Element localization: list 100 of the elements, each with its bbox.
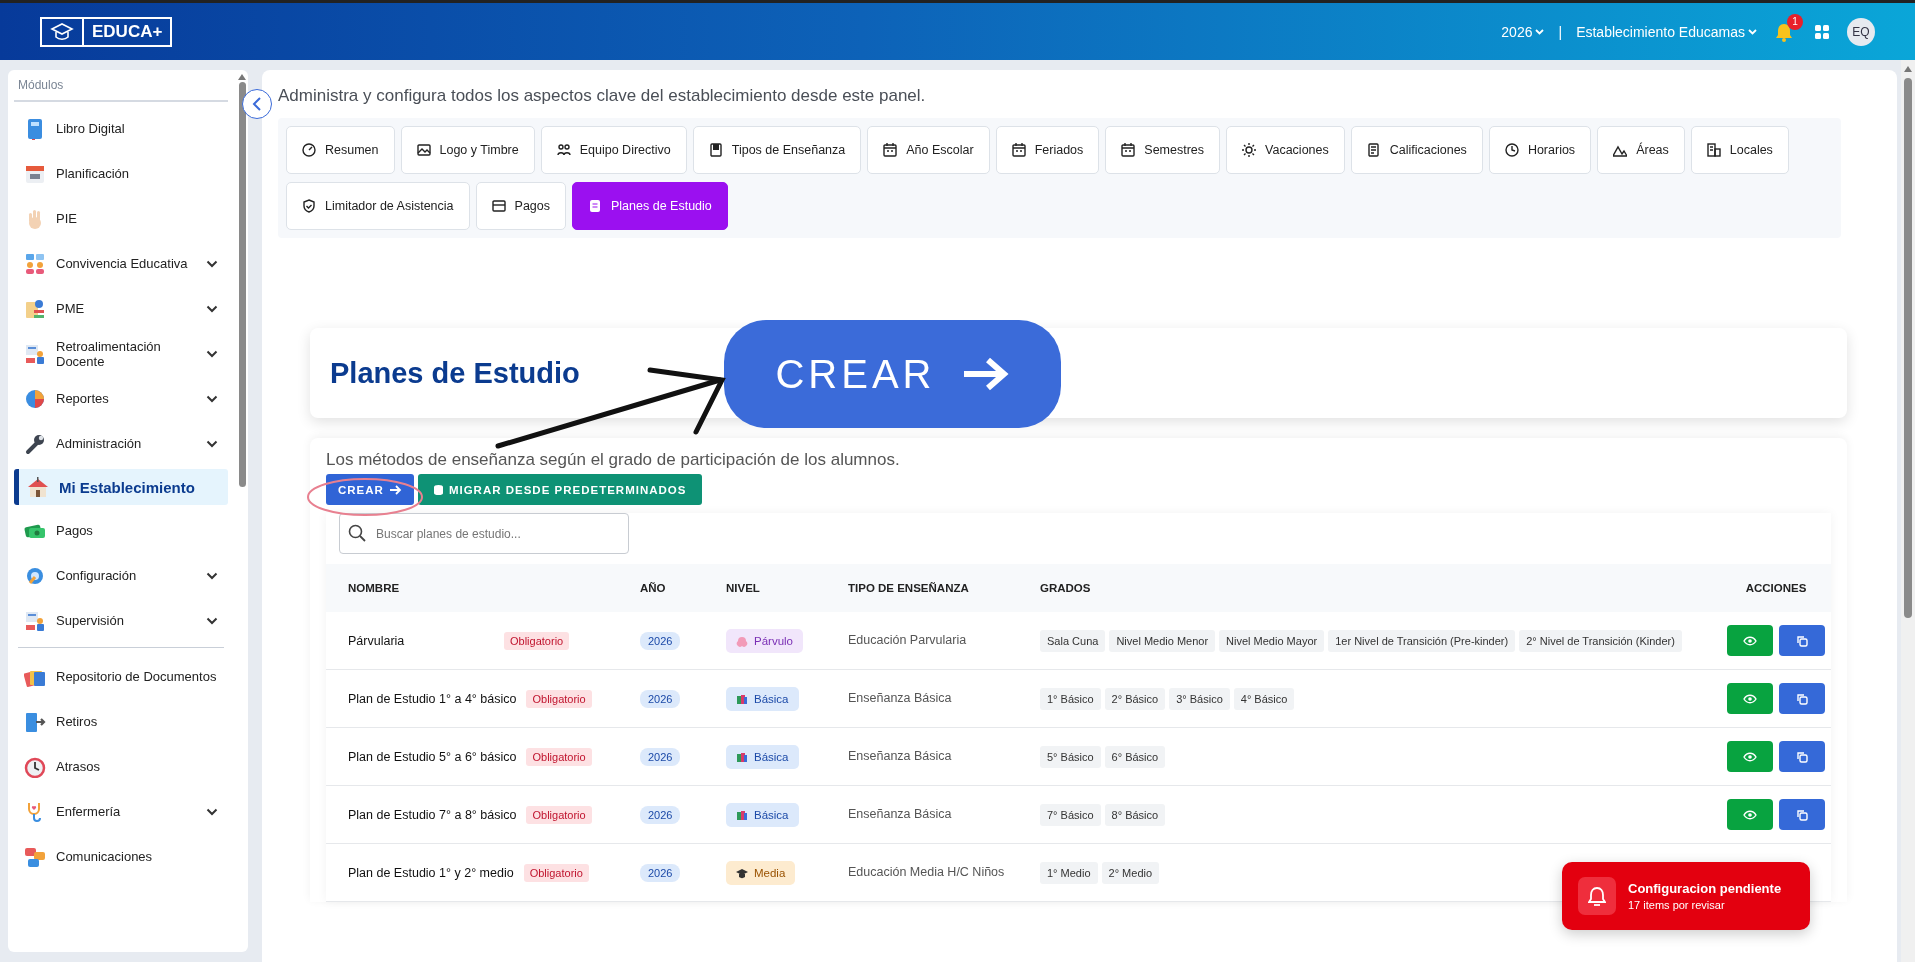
books-icon [736,808,748,821]
tab[interactable]: Pagos [475,182,566,230]
view-button[interactable] [1727,625,1773,656]
shield-check-icon [302,199,316,213]
database-icon [433,484,443,495]
tab[interactable]: Limitador de Asistencia [286,182,470,230]
eye-icon [1743,693,1757,704]
column-header: ACCIONES [1744,582,1808,594]
tab[interactable]: Vacaciones [1226,126,1345,174]
sidebar-item[interactable]: Retroalimentación Docente [14,331,228,376]
search-icon [348,524,366,542]
chevron-down-icon [1748,28,1757,35]
column-header: NIVEL [726,582,761,594]
sidebar-item[interactable]: Retiros [14,699,228,744]
gauge-icon [302,143,316,157]
tab[interactable]: Áreas [1597,126,1685,174]
notification-badge: 1 [1787,13,1803,30]
year-dropdown[interactable]: 2026 [1501,23,1545,40]
tab[interactable]: Feriados [995,126,1100,174]
sidebar-item[interactable]: Convivencia Educativa [14,241,228,286]
sidebar-item[interactable]: Pagos [14,508,228,553]
calendar-icon [1121,143,1136,157]
year-badge: 2026 [640,689,681,708]
logo[interactable]: EDUCA+ [40,16,173,47]
copy-button[interactable] [1779,683,1825,714]
apps-grid-icon[interactable] [1815,24,1829,39]
column-header: NOMBRE [348,582,401,594]
calendar-icon [883,143,898,157]
tab[interactable]: Horarios [1488,126,1592,174]
sidebar-item[interactable]: PIE [14,196,228,241]
bell-icon[interactable] [1775,21,1793,42]
copy-button[interactable] [1779,799,1825,830]
plan-name: Plan de Estudio 7° a 8° básico [348,807,517,822]
tab[interactable]: Calificaciones [1350,126,1483,174]
chevron-down-icon [1535,28,1545,35]
grade-chip: 8° Básico [1104,803,1166,826]
sidebar-item[interactable]: Reportes [14,376,228,421]
toast-title: Configuracion pendiente [1628,881,1782,896]
tab[interactable]: Planes de Estudio [572,182,728,230]
brain-icon [736,634,748,647]
clipboard-icon [588,199,602,213]
column-header: GRADOS [1040,582,1092,594]
intro-text: Administra y configura todos los aspectos clave del establecimiento desde este panel. [278,86,927,106]
graduation-cap-icon [736,866,748,879]
required-tag: Obligatorio [523,863,589,882]
sidebar-item[interactable]: Administración [14,421,228,466]
arrow-right-icon [389,484,402,495]
sidebar-item[interactable]: Enfermería [14,789,228,834]
tab[interactable]: Semestres [1105,126,1221,174]
plan-name: Plan de Estudio 1° a 4° básico [348,691,517,706]
clock-icon [1504,143,1519,157]
image-icon [416,143,431,157]
user-avatar[interactable]: EQ [1847,17,1875,46]
collapse-button[interactable] [242,89,272,119]
sidebar-item[interactable]: Supervisión [14,598,228,643]
copy-button[interactable] [1779,741,1825,772]
document-gear-icon [24,297,46,320]
sidebar-item[interactable]: Planificación [14,151,228,196]
grade-chip: 6° Básico [1104,745,1166,768]
sidebar-item[interactable]: Mi Establecimiento [14,469,228,505]
tab[interactable]: Logo y Timbre [400,126,535,174]
sidebar-item[interactable]: Comunicaciones [14,834,228,879]
page-scrollbar[interactable] [1901,60,1915,962]
tab[interactable]: Año Escolar [867,126,990,174]
tab[interactable]: Equipo Directivo [540,126,687,174]
scroll-up-icon [238,74,246,80]
view-button[interactable] [1727,683,1773,714]
sidebar-item[interactable]: Atrasos [14,744,228,789]
create-button[interactable]: CREAR [326,474,414,505]
grade-chip: 2° Nivel de Transición (Kinder) [1519,629,1682,652]
column-header: AÑO [640,582,667,594]
eye-icon [1743,751,1757,762]
presenter-icon [24,609,46,632]
notification-toast[interactable]: Configuracion pendiente 17 items por revisar [1562,862,1810,930]
level-badge: Básica [726,686,799,711]
people-icon [24,252,46,275]
sidebar-item[interactable]: Libro Digital [14,106,228,151]
grade-chip: 7° Básico [1040,803,1101,826]
eye-icon [1743,809,1757,820]
year-badge: 2026 [640,747,681,766]
books-icon [736,750,748,763]
sidebar-item[interactable]: Repositorio de Documentos [14,654,228,699]
page-title: Planes de Estudio [330,356,580,390]
presenter-icon [24,342,46,365]
view-button[interactable] [1727,741,1773,772]
magnified-create-button[interactable]: CREAR [724,320,1061,428]
sidebar-item[interactable]: Configuración [14,553,228,598]
copy-button[interactable] [1779,625,1825,656]
level-badge: Media [726,860,796,885]
search-field[interactable]: Buscar planes de estudio... [339,513,629,554]
chevron-left-icon [252,97,262,111]
grade-chip: 4° Básico [1233,687,1295,710]
tab[interactable]: Locales [1690,126,1789,174]
tab[interactable]: Resumen [286,126,395,174]
sidebar-item[interactable]: PME [14,286,228,331]
migrate-button[interactable]: MIGRAR DESDE PREDETERMINADOS [417,474,703,505]
tab[interactable]: Tipos de Enseñanza [692,126,862,174]
view-button[interactable] [1727,799,1773,830]
required-tag: Obligatorio [526,805,592,824]
copy-icon [1796,634,1808,647]
